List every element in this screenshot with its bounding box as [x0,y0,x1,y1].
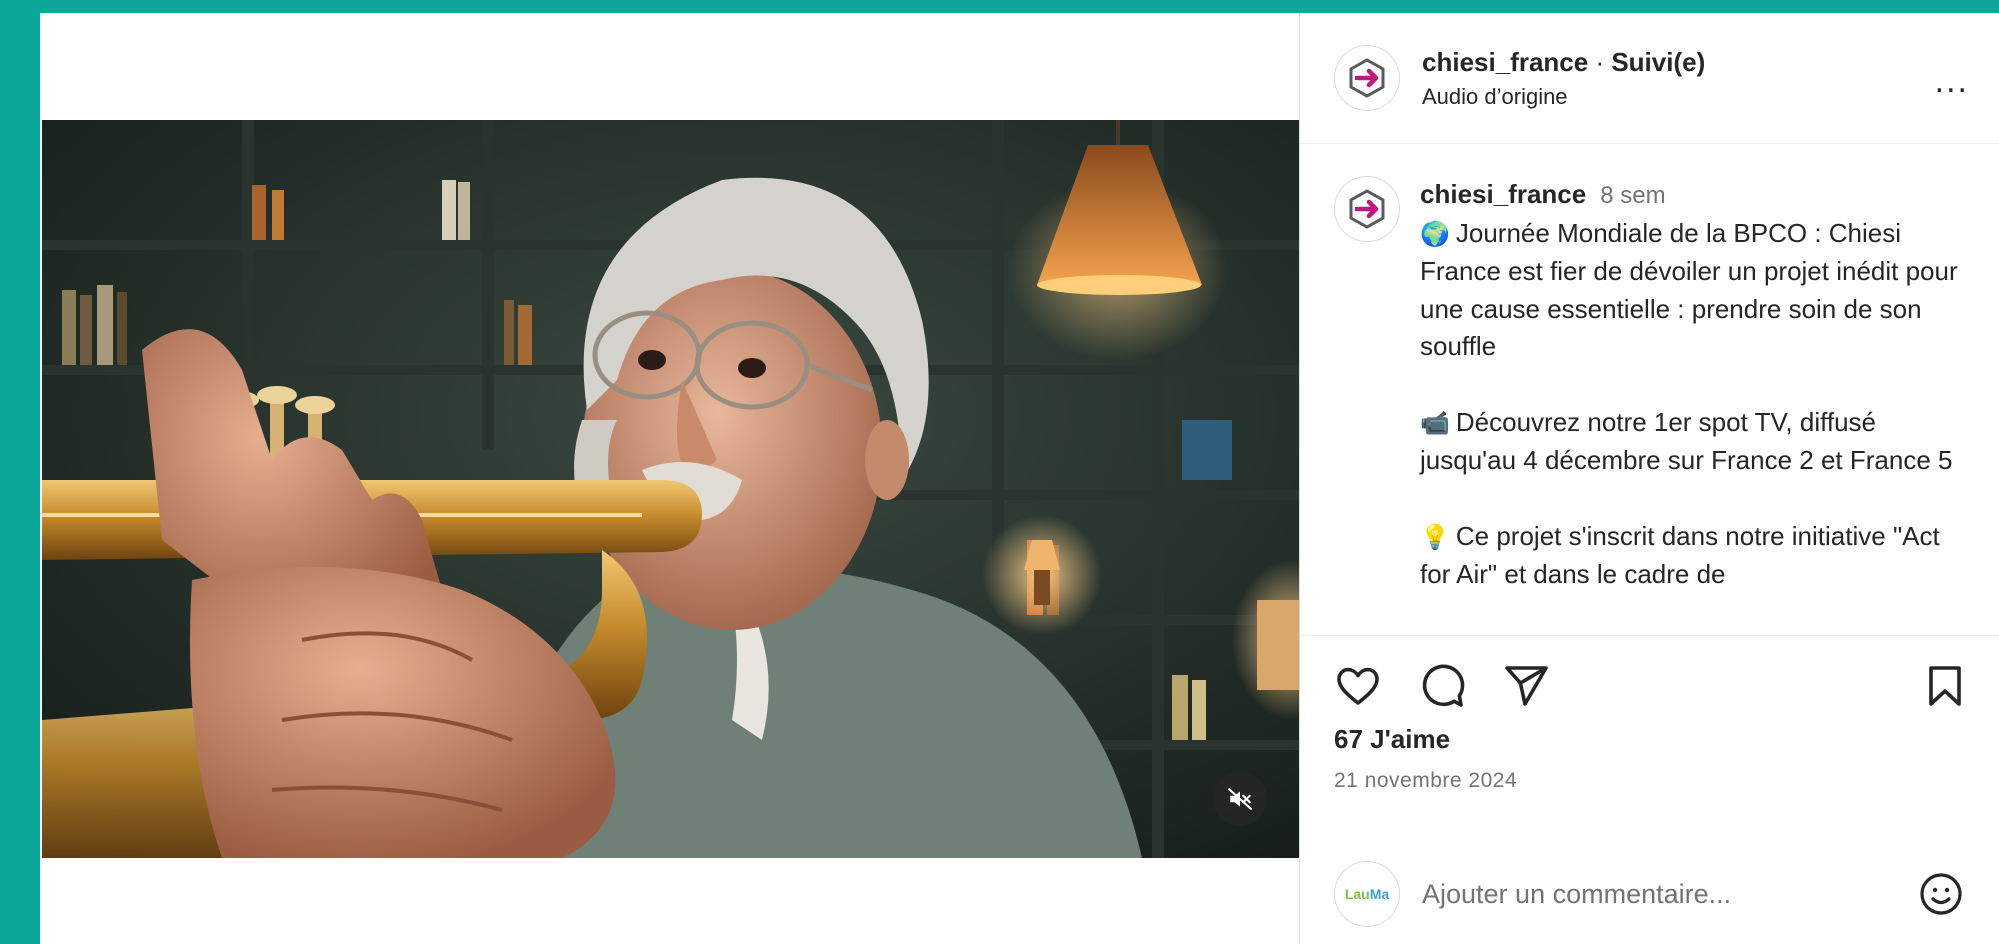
account-avatar[interactable] [1334,45,1400,111]
smiley-icon[interactable] [1917,870,1965,918]
chiesi-logo-icon [1349,58,1385,98]
header-text: chiesi_france · Suivi(e) Audio d’origine [1422,47,1705,110]
user-avatar[interactable]: Lau Ma [1334,861,1400,927]
speaker-muted-icon [1228,788,1252,810]
chiesi-logo-icon [1349,189,1385,229]
header-title: chiesi_france · Suivi(e) [1422,47,1705,78]
globe-emoji: 🌍 [1420,219,1450,248]
avatar-text-part-1: Lau [1344,886,1370,902]
caption-username[interactable]: chiesi_france [1420,179,1586,209]
caption-paragraph-3: Ce projet s'inscrit dans notre initiativ… [1420,520,1940,590]
caption-third-paragraph: 💡 Ce projet s'inscrit dans notre initiati… [1420,518,1969,594]
video-player[interactable] [42,120,1299,858]
comment-input[interactable] [1422,878,1917,910]
caption-area: chiesi_france 8 sem 🌍 Journée Mondiale de … [1300,144,1999,636]
mute-button[interactable] [1213,772,1267,826]
caption-first-paragraph: chiesi_france 8 sem 🌍 Journée Mondiale de … [1420,176,1969,366]
camera-emoji: 📹 [1420,408,1450,437]
caption-body: chiesi_france 8 sem 🌍 Journée Mondiale de … [1420,176,1969,594]
post-date: 21 novembre 2024 [1334,769,1518,792]
media-column [40,13,1299,944]
paper-plane-icon[interactable] [1502,662,1550,710]
comment-bar: Lau Ma [1300,844,1999,944]
audio-label[interactable]: Audio d’origine [1422,84,1705,110]
separator: · [1588,46,1612,77]
lightbulb-emoji: 💡 [1420,522,1450,551]
avatar-text-part-2: Ma [1369,886,1390,902]
caption-paragraph-1: Journée Mondiale de la BPCO : Chiesi Fra… [1420,217,1958,362]
post-side-panel: chiesi_france · Suivi(e) Audio d’origine… [1299,13,1999,944]
comment-bubble-icon[interactable] [1418,662,1466,710]
caption-second-paragraph: 📹 Découvrez notre 1er spot TV, diffusé ju… [1420,404,1969,480]
follow-status[interactable]: Suivi(e) [1611,47,1705,77]
account-username[interactable]: chiesi_france [1422,47,1588,77]
heart-icon[interactable] [1334,662,1382,710]
video-frame-illustration [42,120,1299,858]
instagram-post-window: chiesi_france · Suivi(e) Audio d’origine… [40,13,1999,944]
caption-paragraph-2: Découvrez notre 1er spot TV, diffusé jus… [1420,406,1953,476]
bookmark-icon[interactable] [1921,662,1969,710]
more-options-button[interactable]: ... [1935,64,1969,98]
caption-avatar[interactable] [1334,176,1400,242]
action-bar [1300,636,1999,736]
caption-time[interactable]: 8 sem [1600,182,1665,209]
post-header: chiesi_france · Suivi(e) Audio d’origine… [1300,13,1999,144]
